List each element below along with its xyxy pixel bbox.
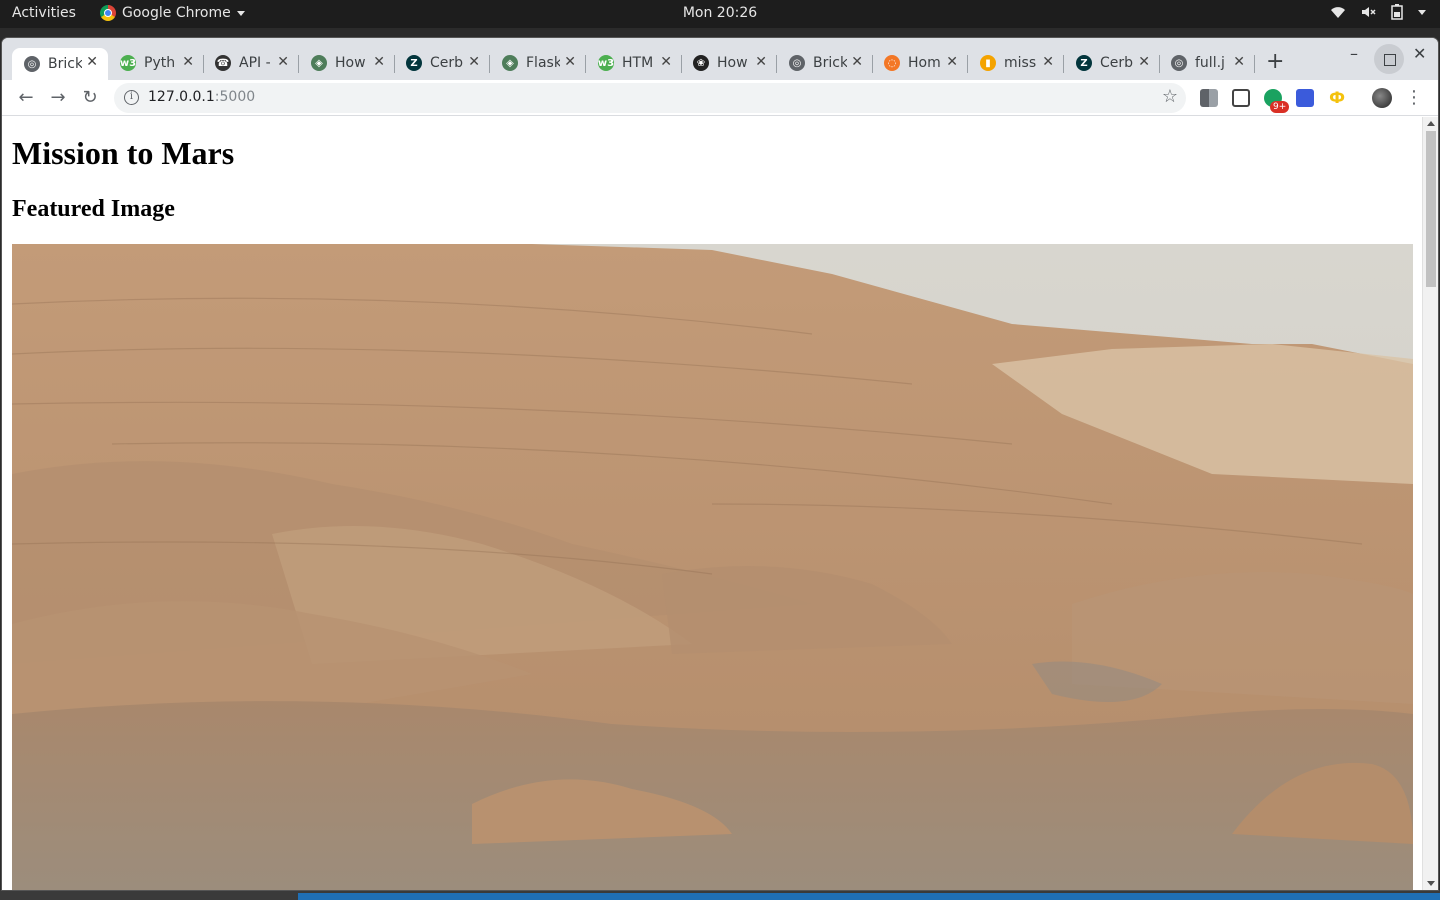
new-tab-button[interactable]: +	[1266, 51, 1284, 73]
section-title: Featured Image	[12, 196, 175, 222]
back-button[interactable]: ←	[14, 86, 38, 110]
close-tab-icon[interactable]: ✕	[755, 54, 767, 70]
browser-tab[interactable]: ◎ full.j ✕	[1159, 48, 1255, 78]
extension-key-icon[interactable]: Ф	[1328, 89, 1346, 107]
browser-window: + – ✕ ◎ Brick ✕ w3 Pyth ✕ ☎ API - ✕ ◈ How ✕ Z Cerb ✕ ◈ F…	[2, 38, 1438, 890]
browser-tab[interactable]: ☎ API - ✕	[203, 48, 299, 78]
bookmark-icon: ▮	[980, 55, 996, 71]
tab-separator	[1254, 55, 1255, 73]
tab-title: API -	[239, 55, 271, 71]
page-scrollbar[interactable]	[1422, 117, 1438, 890]
url-host: 127.0.0.1	[148, 89, 215, 105]
address-url[interactable]: 127.0.0.1:5000	[148, 89, 255, 105]
tab-title: Pyth	[144, 55, 176, 71]
tab-title: How	[717, 55, 748, 71]
globe-icon: ◎	[1171, 55, 1187, 71]
close-tab-icon[interactable]: ✕	[1138, 54, 1150, 70]
globe-icon: ◎	[24, 56, 40, 72]
chrome-menu-button[interactable]: ⋮	[1402, 86, 1426, 110]
browser-tab[interactable]: w3 Pyth ✕	[108, 48, 204, 78]
site-info-icon[interactable]: i	[124, 90, 139, 105]
browser-toolbar: ← → ↻ i 127.0.0.1:5000 ☆ Ф ⋮ 9+	[2, 80, 1438, 116]
close-tab-icon[interactable]: ✕	[373, 54, 385, 70]
jupyter-icon: ◌	[884, 55, 900, 71]
extension-grid-icon[interactable]	[1200, 89, 1218, 107]
tab-title: Brick	[48, 56, 82, 72]
globe-icon: ◎	[789, 55, 805, 71]
mars-landscape-photo	[12, 244, 1413, 890]
browser-tab[interactable]: ◎ Brick ✕	[12, 48, 108, 80]
profile-avatar[interactable]	[1372, 88, 1392, 108]
tab-title: Cerb	[1100, 55, 1134, 71]
extension-blue-icon[interactable]	[1296, 89, 1314, 107]
close-tab-icon[interactable]: ✕	[86, 54, 98, 70]
tab-title: HTM	[622, 55, 654, 71]
close-tab-icon[interactable]: ✕	[946, 54, 958, 70]
zendesk-icon: Z	[406, 55, 422, 71]
tab-title: miss	[1004, 55, 1037, 71]
chevron-down-icon	[1418, 9, 1426, 15]
url-port: :5000	[214, 89, 256, 105]
linux-icon: ❀	[693, 55, 709, 71]
browser-tab[interactable]: ❀ How ✕	[681, 48, 777, 78]
page-title: Mission to Mars	[12, 135, 235, 171]
zendesk-icon: Z	[1076, 55, 1092, 71]
address-bar[interactable]: i 127.0.0.1:5000 ☆	[114, 83, 1186, 113]
extension-qr-icon[interactable]	[1232, 89, 1250, 107]
battery-icon	[1391, 4, 1403, 20]
scroll-down-arrow[interactable]	[1427, 881, 1435, 886]
minimize-button[interactable]: –	[1350, 44, 1358, 63]
w3schools-icon: w3	[598, 55, 614, 71]
close-tab-icon[interactable]: ✕	[660, 54, 672, 70]
system-tray[interactable]	[1330, 4, 1426, 20]
volume-muted-icon	[1362, 7, 1376, 17]
close-tab-icon[interactable]: ✕	[468, 54, 480, 70]
taskbar-strip	[298, 893, 1440, 900]
phone-icon: ☎	[215, 55, 231, 71]
browser-tab[interactable]: w3 HTM ✕	[586, 48, 682, 78]
close-tab-icon[interactable]: ✕	[182, 54, 194, 70]
diamond-icon: ◈	[311, 55, 327, 71]
extension-badge: 9+	[1270, 101, 1290, 113]
browser-tab[interactable]: ◈ Flask ✕	[490, 48, 586, 78]
tab-title: full.j	[1195, 55, 1225, 71]
close-tab-icon[interactable]: ✕	[851, 54, 863, 70]
reload-button[interactable]: ↻	[78, 86, 102, 110]
w3schools-icon: w3	[120, 55, 136, 71]
diamond-icon: ◈	[502, 55, 518, 71]
close-window-button[interactable]: ✕	[1413, 44, 1426, 63]
close-tab-icon[interactable]: ✕	[277, 54, 289, 70]
browser-tab[interactable]: ▮ miss ✕	[968, 48, 1064, 78]
bookmark-star-icon[interactable]: ☆	[1162, 86, 1178, 107]
browser-tab[interactable]: Z Cerb ✕	[394, 48, 490, 78]
tab-title: How	[335, 55, 366, 71]
page-viewport: Mission to Mars Featured Image	[2, 117, 1438, 890]
scroll-up-arrow[interactable]	[1427, 121, 1435, 126]
tab-title: Hom	[908, 55, 941, 71]
maximize-button[interactable]	[1374, 44, 1404, 74]
wifi-icon	[1331, 7, 1345, 18]
browser-tab[interactable]: ◌ Hom ✕	[872, 48, 968, 78]
clock[interactable]: Mon 20:26	[0, 5, 1440, 21]
browser-tab[interactable]: ◎ Brick ✕	[777, 48, 873, 78]
browser-tab[interactable]: Z Cerb ✕	[1064, 48, 1160, 78]
tab-strip: + – ✕ ◎ Brick ✕ w3 Pyth ✕ ☎ API - ✕ ◈ How ✕ Z Cerb ✕ ◈ F…	[2, 38, 1438, 80]
close-tab-icon[interactable]: ✕	[564, 54, 576, 70]
close-tab-icon[interactable]: ✕	[1233, 54, 1245, 70]
system-top-bar: Activities Google Chrome Mon 20:26	[0, 0, 1440, 28]
scrollbar-thumb[interactable]	[1426, 131, 1436, 287]
tab-title: Cerb	[430, 55, 464, 71]
tab-title: Flask	[526, 55, 560, 71]
forward-button[interactable]: →	[46, 86, 70, 110]
close-tab-icon[interactable]: ✕	[1042, 54, 1054, 70]
browser-tab[interactable]: ◈ How ✕	[299, 48, 395, 78]
featured-image	[12, 244, 1413, 890]
tab-title: Brick	[813, 55, 847, 71]
